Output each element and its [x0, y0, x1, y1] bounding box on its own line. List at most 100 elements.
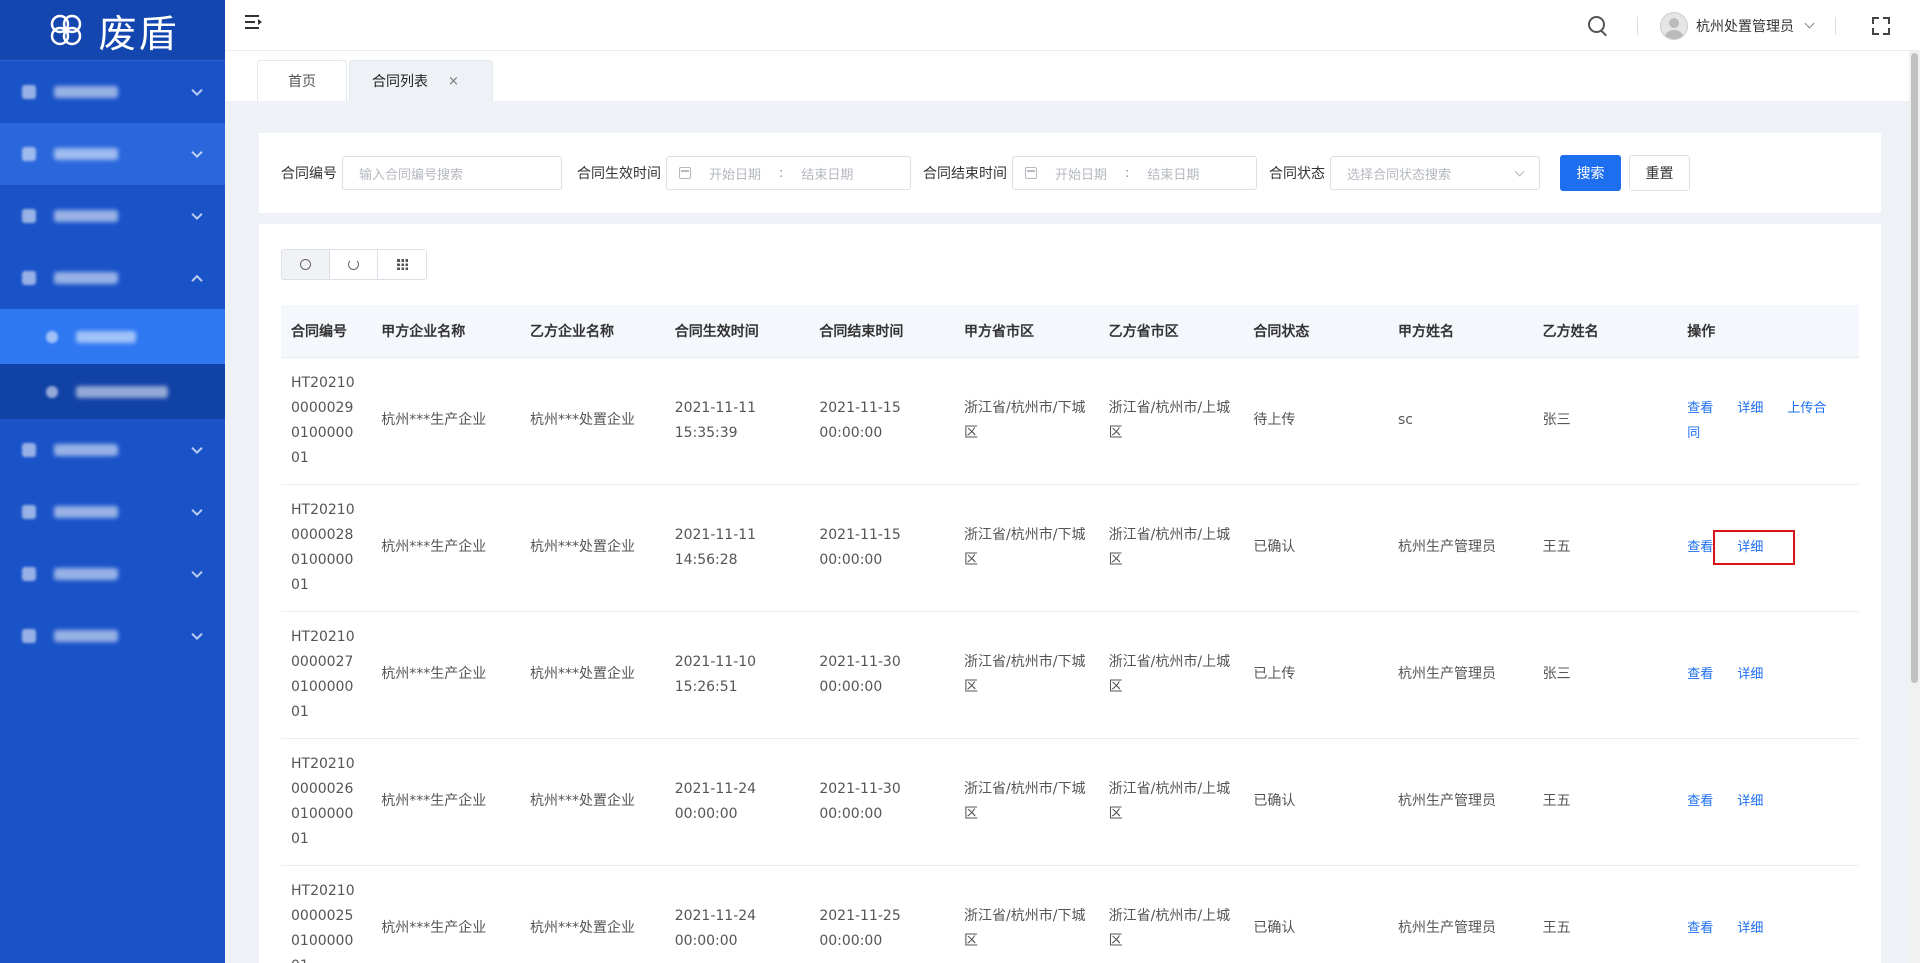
view-link[interactable]: 查看: [1687, 667, 1713, 682]
menu-icon: [22, 209, 36, 223]
view-link[interactable]: 查看: [1687, 540, 1713, 555]
table-cell-a-region: 浙江省/杭州市/下城区: [954, 611, 1099, 739]
table-cell-party-a: 杭州***生产企业: [371, 611, 521, 739]
detail-link[interactable]: 详细: [1737, 794, 1763, 809]
table-cell-b-name: 王五: [1532, 484, 1678, 612]
view-link[interactable]: 查看: [1687, 401, 1713, 416]
app-logo[interactable]: 废盾: [0, 0, 225, 61]
top-bar: 杭州处置管理员: [225, 0, 1920, 51]
date-separator: :: [1125, 165, 1130, 181]
end-date-placeholder: 结束日期: [1147, 167, 1200, 183]
columns-button[interactable]: [378, 250, 426, 279]
chevron-down-icon: [191, 504, 203, 517]
search-icon[interactable]: [1587, 15, 1609, 37]
sidebar-item-label: [54, 568, 118, 580]
table-cell-start: 2021-11-11 14:56:28: [664, 484, 810, 612]
table-cell-end: 2021-11-30 00:00:00: [809, 611, 955, 739]
sidebar-item-0[interactable]: [0, 61, 225, 123]
toggle-search-button[interactable]: [282, 250, 330, 279]
column-header: 合同结束时间: [809, 305, 955, 358]
table-panel: 合同编号 甲方企业名称 乙方企业名称 合同生效时间 合同结束时间 甲方省市区 乙…: [259, 224, 1881, 963]
table-cell-end: 2021-11-25 00:00:00: [809, 865, 955, 963]
logo-text: 废盾: [98, 11, 179, 56]
tab-home[interactable]: 首页: [257, 60, 347, 101]
reset-button[interactable]: 重置: [1629, 155, 1690, 191]
scrollbar-thumb[interactable]: [1911, 53, 1918, 683]
sidebar-item-label: [54, 630, 118, 642]
sidebar-item-1[interactable]: [0, 123, 225, 185]
refresh-icon: [348, 259, 359, 270]
table-cell-b-region: 浙江省/杭州市/上城区: [1098, 484, 1244, 612]
contract-no-input[interactable]: 输入合同编号搜索: [342, 156, 562, 190]
date-separator: :: [779, 165, 784, 181]
sidebar-item-5[interactable]: [0, 481, 225, 543]
table-cell-status: 已确认: [1243, 865, 1388, 963]
view-link[interactable]: 查看: [1687, 921, 1713, 936]
table-cell-actions: 查看 详细: [1677, 865, 1859, 963]
menu-icon: [22, 443, 36, 457]
effective-date-range[interactable]: 开始日期 : 结束日期: [666, 156, 911, 190]
table-cell-party-b: 杭州***处置企业: [520, 484, 665, 612]
table-cell-a-region: 浙江省/杭州市/下城区: [954, 738, 1099, 866]
table-cell-b-region: 浙江省/杭州市/上城区: [1098, 611, 1244, 739]
sidebar-item-contract[interactable]: [0, 247, 225, 309]
table-row: HT202100000029010000001 杭州***生产企业 杭州***处置企…: [281, 357, 1859, 485]
column-header: 操作: [1677, 305, 1859, 358]
table-row: HT202100000027010000001 杭州***生产企业 杭州***处置企…: [281, 611, 1859, 739]
tab-contract-list[interactable]: 合同列表 ×: [349, 60, 493, 101]
sidebar-item-6[interactable]: [0, 543, 225, 605]
calendar-icon: [679, 167, 691, 179]
table-cell-party-a: 杭州***生产企业: [371, 357, 521, 485]
contract-table: 合同编号 甲方企业名称 乙方企业名称 合同生效时间 合同结束时间 甲方省市区 乙…: [281, 305, 1859, 963]
table-cell-b-region: 浙江省/杭州市/上城区: [1098, 865, 1244, 963]
tabs-bar: 首页 合同列表 ×: [225, 51, 1920, 101]
sidebar-subitem-contract-list[interactable]: [0, 309, 225, 364]
table-cell-start: 2021-11-10 15:26:51: [664, 611, 810, 739]
detail-link[interactable]: 详细: [1737, 667, 1763, 682]
table-cell-status: 已确认: [1243, 738, 1388, 866]
column-header: 合同编号: [281, 305, 372, 358]
sidebar-item-7[interactable]: [0, 605, 225, 667]
column-header: 乙方省市区: [1098, 305, 1244, 358]
sidebar-subitem-contract-new[interactable]: [0, 364, 225, 419]
fullscreen-icon[interactable]: [1872, 16, 1890, 35]
chevron-down-icon: [191, 442, 203, 455]
vertical-scrollbar[interactable]: [1909, 51, 1920, 963]
refresh-button[interactable]: [330, 250, 378, 279]
status-select[interactable]: 选择合同状态搜索: [1330, 156, 1540, 190]
detail-link[interactable]: 详细: [1713, 530, 1796, 565]
grid-icon: [396, 259, 408, 270]
table-cell-status: 待上传: [1243, 357, 1388, 485]
contract-no-placeholder: 输入合同编号搜索: [359, 167, 464, 183]
tab-label: 首页: [288, 74, 316, 90]
menu-toggle-icon[interactable]: [245, 14, 263, 30]
detail-link[interactable]: 详细: [1737, 401, 1763, 416]
table-cell-actions: 查看 详细: [1677, 611, 1859, 739]
sidebar-item-4[interactable]: [0, 419, 225, 481]
table-row: HT202100000026010000001 杭州***生产企业 杭州***处置企…: [281, 738, 1859, 866]
search-icon: [300, 259, 311, 270]
menu-icon: [22, 505, 36, 519]
table-cell-party-a: 杭州***生产企业: [371, 865, 521, 963]
column-header: 乙方企业名称: [520, 305, 665, 358]
end-date-range[interactable]: 开始日期 : 结束日期: [1012, 156, 1257, 190]
user-menu[interactable]: 杭州处置管理员: [1638, 11, 1835, 40]
sidebar-subitem-label: [76, 330, 136, 343]
chevron-down-icon: [191, 146, 203, 159]
status-placeholder: 选择合同状态搜索: [1347, 167, 1452, 183]
close-icon[interactable]: ×: [448, 74, 459, 89]
search-button[interactable]: 搜索: [1560, 155, 1621, 191]
menu-icon: [22, 85, 36, 99]
divider: [1835, 16, 1836, 35]
table-cell-party-b: 杭州***处置企业: [520, 357, 665, 485]
table-cell-a-name: 杭州生产管理员: [1387, 865, 1533, 963]
chevron-down-icon: [191, 566, 203, 579]
end-time-label: 合同结束时间: [923, 166, 1007, 182]
table-cell-status: 已确认: [1243, 484, 1388, 612]
table-cell-end: 2021-11-15 00:00:00: [809, 484, 955, 612]
detail-link[interactable]: 详细: [1737, 921, 1763, 936]
sidebar-item-2[interactable]: [0, 185, 225, 247]
view-link[interactable]: 查看: [1687, 794, 1713, 809]
column-header: 甲方省市区: [954, 305, 1099, 358]
column-header: 甲方企业名称: [371, 305, 521, 358]
